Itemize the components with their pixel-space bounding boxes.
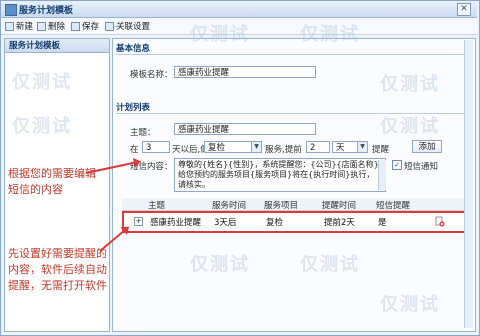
sms-content-textarea[interactable]: 尊敬的{姓名}{性别}，系统提醒您：{公司}{店面名称}给您预约的服务项目{服务…: [174, 158, 386, 192]
annotation-line: 提醒，无需打开软件: [8, 279, 107, 292]
cell-service-time: 3天后: [214, 218, 237, 228]
col-subject[interactable]: 主题: [148, 199, 165, 211]
annotation-line: 根据您的需要编辑: [8, 167, 96, 180]
delete-button[interactable]: 删除: [37, 20, 65, 32]
expand-icon[interactable]: +: [134, 217, 143, 226]
sms-notify-label: 短信通知: [404, 162, 439, 172]
save-icon: [71, 21, 80, 31]
close-button[interactable]: ✕: [457, 3, 471, 16]
app-icon: [5, 4, 17, 16]
subject-label: 主题：: [130, 128, 156, 138]
vertical-scrollbar[interactable]: [464, 40, 473, 328]
delete-label: 删除: [48, 22, 66, 32]
associate-settings-label: 关联设置: [116, 22, 151, 32]
delete-row-icon[interactable]: [434, 216, 445, 227]
service-select[interactable]: 复检 ▼: [204, 141, 262, 153]
days-field[interactable]: 3: [142, 141, 170, 153]
title-bar: 服务计划模板 ✕: [1, 1, 477, 18]
grid-header: 主题 服务时间 服务项目 提醒时间 短信提醒: [122, 198, 466, 211]
chevron-down-icon: ▼: [357, 142, 367, 152]
template-tree-title: 服务计划模板: [5, 39, 109, 53]
delete-icon: [37, 21, 46, 31]
annotation-auto-remind: 先设置好需要提醒的 内容，软件后续自动 提醒，无需打开软件: [8, 246, 107, 294]
cell-service-item: 复检: [266, 218, 284, 228]
add-button[interactable]: 添加: [412, 140, 442, 153]
subject-field[interactable]: 感康药业提醒: [174, 123, 316, 135]
new-label: 新建: [16, 22, 34, 32]
days-value: 3: [146, 143, 152, 153]
annotation-line: 内容，软件后续自动: [8, 263, 107, 276]
ahead-value: 2: [310, 143, 316, 153]
sms-scrollbar[interactable]: [378, 160, 386, 190]
save-label: 保存: [82, 22, 100, 32]
cell-remind-time: 提前2天: [324, 218, 355, 228]
col-service-item[interactable]: 服务项目: [264, 199, 298, 211]
template-name-label: 模板名称：: [130, 70, 173, 80]
col-service-time[interactable]: 服务时间: [212, 199, 246, 211]
when-prefix: 在: [130, 145, 139, 155]
remind-label: 提醒: [372, 145, 390, 155]
toolbar: 新建 删除 保存 关联设置: [1, 18, 477, 35]
annotation-line: 短信的内容: [8, 183, 63, 196]
cell-sms: 是: [378, 218, 387, 228]
col-remind-time[interactable]: 提醒时间: [322, 199, 356, 211]
chevron-down-icon: ▼: [251, 142, 261, 152]
plan-list-title: 计划列表: [116, 103, 151, 113]
associate-settings-button[interactable]: 关联设置: [105, 20, 150, 32]
service-ahead-text: 服务,提前: [265, 145, 302, 155]
window-title: 服务计划模板: [19, 6, 74, 16]
new-icon: [5, 21, 14, 31]
ahead-unit-select[interactable]: 天 ▼: [332, 141, 368, 153]
basic-info-title: 基本信息: [116, 44, 151, 54]
col-sms-remind[interactable]: 短信提醒: [376, 199, 410, 211]
divider: [116, 113, 468, 114]
save-button[interactable]: 保存: [71, 20, 99, 32]
divider: [116, 54, 468, 55]
ahead-unit-value: 天: [336, 143, 345, 153]
cell-subject: 感康药业提醒: [150, 218, 202, 228]
annotation-edit-sms: 根据您的需要编辑 短信的内容: [8, 166, 96, 198]
ahead-field[interactable]: 2: [306, 141, 330, 153]
annotation-line: 先设置好需要提醒的: [8, 247, 107, 260]
sms-notify-checkbox[interactable]: ✓: [392, 160, 402, 170]
settings-icon: [105, 21, 114, 31]
new-button[interactable]: 新建: [5, 20, 33, 32]
table-row[interactable]: + 感康药业提醒 3天后 复检 提前2天 是: [122, 211, 466, 233]
service-value: 复检: [208, 143, 226, 153]
template-name-field[interactable]: 感康药业提醒: [174, 66, 316, 78]
